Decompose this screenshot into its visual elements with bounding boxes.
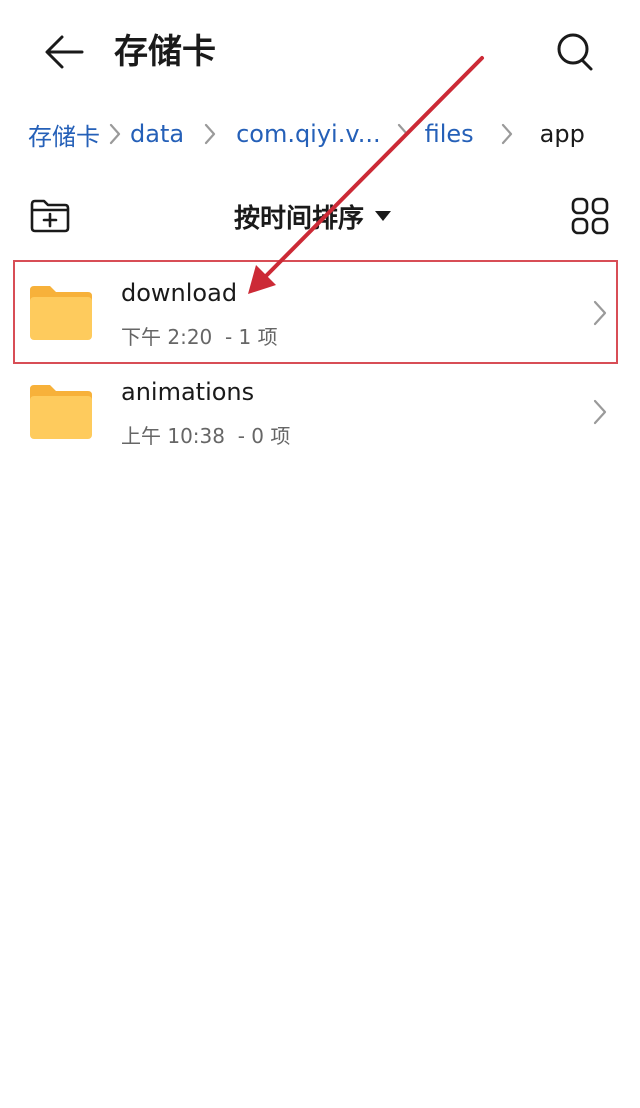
- chevron-right-icon: [381, 110, 425, 158]
- caret-down-icon: [374, 210, 392, 222]
- search-button[interactable]: [548, 24, 604, 80]
- file-name: download: [121, 279, 238, 307]
- chevron-right-icon: [100, 110, 130, 158]
- page-title: 存储卡: [114, 32, 216, 72]
- breadcrumb: 存储卡 data com.qiyi.v... files app: [28, 110, 628, 158]
- breadcrumb-item-storage-card[interactable]: 存储卡: [28, 117, 100, 152]
- file-meta: 上午 10:38 - 0 项: [121, 424, 291, 448]
- sort-label: 按时间排序: [234, 203, 365, 234]
- breadcrumb-item-com-qiyi[interactable]: com.qiyi.v...: [236, 120, 381, 148]
- folder-icon: [30, 385, 92, 439]
- folder-icon: [30, 286, 92, 340]
- sort-dropdown[interactable]: 按时间排序: [234, 192, 392, 240]
- new-folder-button[interactable]: [26, 192, 74, 240]
- chevron-right-icon: [588, 297, 612, 329]
- file-row-animations[interactable]: animations 上午 10:38 - 0 项: [14, 360, 617, 462]
- view-toggle-button[interactable]: [566, 190, 614, 242]
- breadcrumb-item-files[interactable]: files: [425, 120, 474, 148]
- folder-plus-icon: [30, 199, 70, 233]
- arrow-left-icon: [45, 35, 84, 69]
- file-name: animations: [121, 378, 255, 406]
- file-row-download[interactable]: download 下午 2:20 - 1 项: [13, 260, 618, 364]
- back-button[interactable]: [36, 26, 92, 78]
- grid-view-icon: [571, 197, 609, 235]
- file-meta: 下午 2:20 - 1 项: [121, 325, 278, 349]
- chevron-right-icon: [184, 110, 236, 158]
- chevron-right-icon: [474, 110, 540, 158]
- search-icon: [557, 33, 593, 71]
- annotation-arrow: [248, 56, 484, 294]
- chevron-right-icon: [588, 396, 612, 428]
- breadcrumb-item-app: app: [539, 120, 585, 148]
- breadcrumb-item-data[interactable]: data: [130, 120, 184, 148]
